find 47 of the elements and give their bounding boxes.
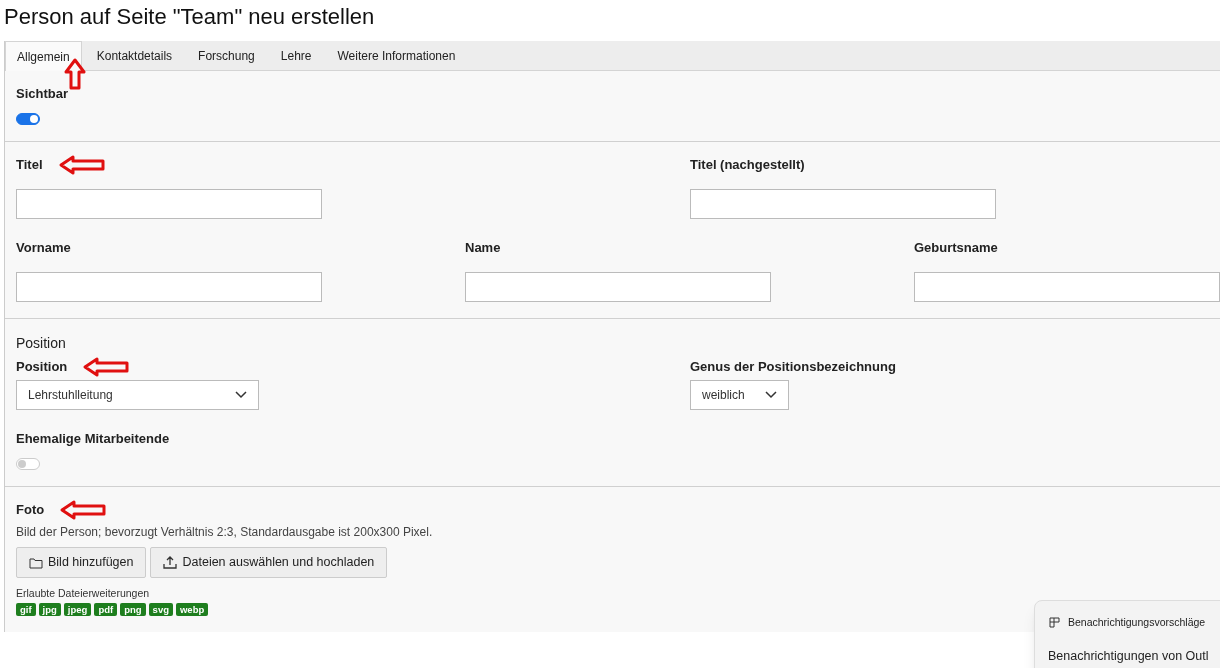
chevron-down-icon bbox=[235, 391, 247, 399]
field-label: Titel bbox=[16, 156, 43, 175]
file-extension-badge: pdf bbox=[94, 602, 118, 616]
folder-icon bbox=[29, 556, 43, 569]
notification-text: Benachrichtigungen von Outl bbox=[1048, 647, 1210, 665]
page-title: Person auf Seite "Team" neu erstellen bbox=[3, 3, 376, 31]
tab[interactable]: Kontaktdetails bbox=[85, 41, 184, 71]
extensions-label: Erlaubte Dateierweiterungen bbox=[16, 586, 151, 601]
field-label: Name bbox=[465, 239, 501, 258]
text-input[interactable] bbox=[690, 189, 996, 219]
tab[interactable]: Weitere Informationen bbox=[326, 41, 467, 71]
field-label: Titel (nachgestellt) bbox=[690, 156, 805, 175]
section-heading: Position bbox=[16, 334, 67, 353]
field-label: Foto bbox=[16, 501, 45, 520]
file-extension-badge: gif bbox=[16, 602, 36, 616]
field-label: Position bbox=[16, 358, 68, 377]
text-input[interactable] bbox=[465, 272, 771, 302]
field-label: Genus der Positionsbezeichnung bbox=[690, 358, 896, 377]
file-extension-badge: svg bbox=[148, 602, 173, 616]
file-extension-badge: webp bbox=[175, 602, 209, 616]
toggle-switch[interactable] bbox=[16, 458, 40, 470]
upload-files-button[interactable]: Dateien auswählen und hochladen bbox=[150, 547, 388, 578]
upload-icon bbox=[163, 556, 178, 569]
field-label: Geburtsname bbox=[914, 239, 998, 258]
file-extension-badge: jpg bbox=[38, 602, 61, 616]
select-dropdown[interactable]: weiblich bbox=[690, 380, 789, 410]
file-extension-badge: jpeg bbox=[63, 602, 92, 616]
file-extension-badge: png bbox=[120, 602, 146, 616]
field-description: Bild der Person; bevorzugt Verhältnis 2:3, Standardausgabe ist 200x300 Pixel. bbox=[16, 524, 434, 541]
text-input[interactable] bbox=[16, 272, 322, 302]
tab[interactable]: Forschung bbox=[187, 41, 266, 71]
field-label: Vorname bbox=[16, 239, 71, 258]
tab[interactable]: Allgemein bbox=[5, 41, 82, 71]
tab[interactable]: Lehre bbox=[269, 41, 323, 71]
chevron-down-icon bbox=[765, 391, 777, 399]
field-label: Sichtbar bbox=[16, 85, 68, 104]
notification-item[interactable]: Benachrichtigungsvorschläge bbox=[1068, 615, 1206, 631]
layout-icon bbox=[1049, 617, 1060, 629]
annotation-arrow-icon bbox=[60, 500, 107, 520]
field-label: Ehemalige Mitarbeitende bbox=[16, 430, 170, 449]
annotation-arrow-icon bbox=[83, 357, 130, 377]
annotation-arrow-icon bbox=[58, 155, 105, 175]
text-input[interactable] bbox=[914, 272, 1220, 302]
toggle-switch[interactable] bbox=[16, 113, 40, 125]
text-input[interactable] bbox=[16, 189, 322, 219]
select-dropdown[interactable]: Lehrstuhlleitung bbox=[16, 380, 259, 410]
add-image-button[interactable]: Bild hinzufügen bbox=[16, 547, 147, 578]
